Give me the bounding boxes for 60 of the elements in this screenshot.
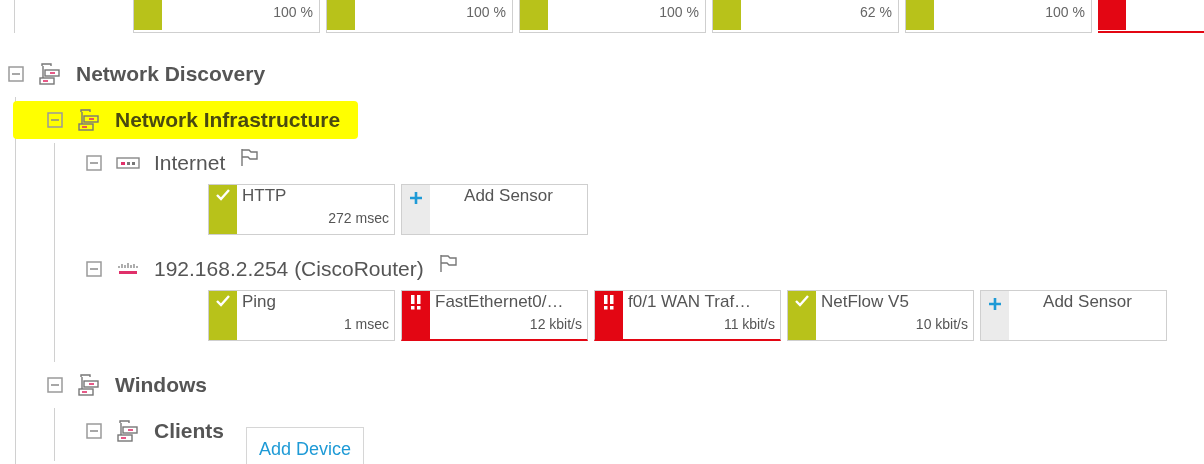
sensor-value: 100 %: [465, 3, 507, 22]
sensor-value: 100 %: [658, 3, 700, 22]
status-indicator: [713, 0, 741, 30]
plus-icon: [409, 191, 423, 205]
device-icon: [116, 157, 140, 169]
sensor-tile[interactable]: NetFlow V5 10 kbit/s: [787, 290, 974, 341]
add-sensor-button[interactable]: Add Sensor: [980, 290, 1167, 341]
collapse-icon[interactable]: [8, 66, 24, 82]
status-indicator: [906, 0, 934, 30]
sensor-value: 100 %: [1044, 3, 1086, 22]
sensor-name: f0/1 WAN Traf…: [628, 291, 753, 312]
status-indicator: [134, 0, 162, 30]
sensor-tile[interactable]: 100 %: [905, 0, 1092, 33]
add-sensor-button[interactable]: Add Sensor: [401, 184, 588, 235]
sensor-value: 100 %: [272, 3, 314, 22]
sensor-tile[interactable]: FastEthernet0/… 12 kbit/s: [401, 290, 588, 341]
flag-icon[interactable]: [239, 147, 260, 167]
group-label[interactable]: Windows: [115, 372, 207, 398]
collapse-icon[interactable]: [86, 261, 102, 277]
sensor-tile[interactable]: f0/1 WAN Traf… 11 kbit/s: [594, 290, 781, 341]
group-icon: [77, 108, 101, 132]
sensor-value: 62 %: [859, 3, 893, 22]
sensor-tile[interactable]: HTTP 272 msec: [208, 184, 395, 235]
check-icon: [215, 188, 231, 202]
sensor-tile[interactable]: 100 %: [326, 0, 513, 33]
group-icon: [38, 62, 62, 86]
group-icon: [77, 373, 101, 397]
collapse-icon[interactable]: [47, 112, 63, 128]
check-icon: [794, 294, 810, 308]
device-label[interactable]: 192.168.2.254 (CiscoRouter): [154, 256, 424, 282]
sensor-value: 1 msec: [343, 315, 389, 333]
router-logo-icon: [116, 262, 140, 276]
sensor-tile[interactable]: Ping 1 msec: [208, 290, 395, 341]
sensor-value: 11 kbit/s: [723, 315, 775, 333]
alert-icon: [603, 294, 615, 310]
sensor-name: Ping: [242, 291, 278, 312]
status-indicator: [327, 0, 355, 30]
flag-icon[interactable]: [437, 253, 458, 273]
sensor-tile[interactable]: 62 %: [712, 0, 899, 33]
group-label[interactable]: Network Discovery: [76, 61, 266, 87]
collapse-icon[interactable]: [47, 377, 63, 393]
group-icon: [116, 419, 140, 443]
sensor-value: 12 kbit/s: [529, 315, 582, 333]
sensor-tile[interactable]: 100 %: [133, 0, 320, 33]
device-label[interactable]: Internet: [154, 150, 226, 176]
sensor-tile[interactable]: 100 %: [519, 0, 706, 33]
sensor-value: 272 msec: [328, 209, 389, 227]
alert-icon: [410, 294, 422, 310]
check-icon: [215, 294, 231, 308]
status-indicator: [1098, 0, 1126, 30]
collapse-icon[interactable]: [86, 423, 102, 439]
sensor-name: NetFlow V5: [821, 291, 910, 312]
status-indicator: [520, 0, 548, 30]
sensor-name: FastEthernet0/…: [435, 291, 565, 312]
group-label[interactable]: Network Infrastructure: [115, 107, 341, 133]
sensor-name: HTTP: [242, 185, 288, 206]
group-label[interactable]: Clients: [154, 418, 224, 444]
plus-icon: [988, 297, 1002, 311]
sensor-value: 10 kbit/s: [915, 315, 968, 333]
collapse-icon[interactable]: [86, 155, 102, 171]
